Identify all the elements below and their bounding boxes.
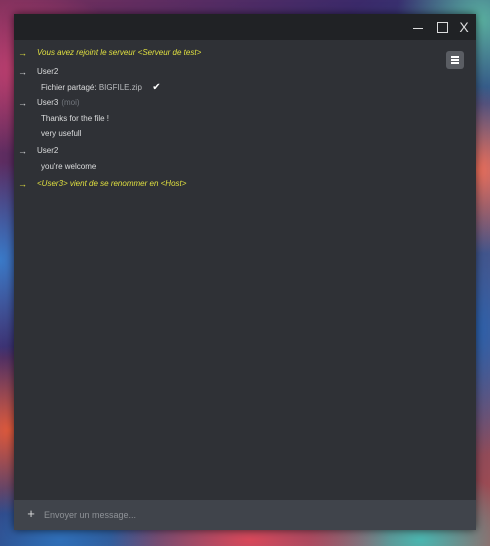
close-icon: X	[459, 19, 469, 35]
title-bar: X	[14, 14, 476, 40]
close-button[interactable]: X	[454, 17, 474, 37]
message-input[interactable]	[44, 506, 444, 524]
menu-button[interactable]	[446, 51, 464, 69]
minimize-button[interactable]	[408, 17, 428, 37]
arrow-icon: →	[18, 146, 27, 156]
shared-file-message: Fichier partagé: BIGFILE.zip ✔	[41, 82, 161, 93]
message-composer: +	[14, 500, 476, 530]
arrow-icon: →	[18, 98, 27, 108]
hamburger-icon	[451, 55, 459, 66]
plus-icon: +	[27, 506, 35, 521]
system-message-text: <User3> vient de se renommer en <Host>	[37, 179, 187, 188]
shared-file-label: Fichier partagé:	[41, 83, 97, 92]
arrow-icon: →	[18, 179, 27, 189]
system-message-text: Vous avez rejoint le serveur <Serveur de…	[37, 48, 202, 57]
self-tag: (moi)	[61, 98, 80, 107]
chat-window: X → Vous avez rejoint le serveur <Serveu…	[14, 14, 476, 530]
maximize-button[interactable]	[432, 17, 452, 37]
message-text: Thanks for the file !	[41, 114, 110, 123]
add-attachment-button[interactable]: +	[24, 506, 38, 522]
file-link[interactable]: BIGFILE.zip	[99, 83, 142, 92]
message-text: you're welcome	[41, 162, 97, 171]
check-icon: ✔	[152, 82, 161, 93]
message-text: very usefull	[41, 129, 82, 138]
author-name: User2	[37, 146, 59, 155]
minimize-icon	[413, 27, 423, 29]
author-name: User2	[37, 67, 59, 76]
arrow-icon: →	[18, 48, 27, 58]
maximize-icon	[436, 21, 448, 33]
arrow-icon: →	[18, 67, 27, 77]
author-name: User3	[37, 98, 59, 107]
